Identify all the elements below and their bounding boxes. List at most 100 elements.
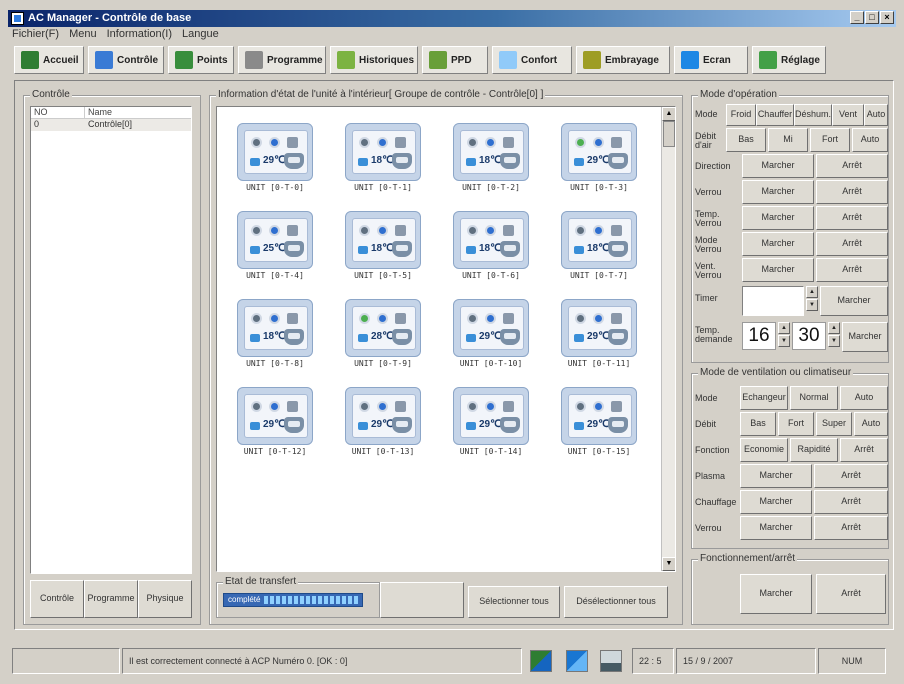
mode-froid-button[interactable]: Froid	[726, 104, 756, 126]
close-button[interactable]: ×	[880, 11, 894, 24]
toolbar-r-glage-button[interactable]: Réglage	[752, 46, 826, 74]
spin-down-icon[interactable]: ▼	[828, 335, 840, 347]
vent-verrou-arret-button-2[interactable]: Arrêt	[814, 516, 888, 540]
mode-deshum-button[interactable]: Déshum.	[794, 104, 832, 126]
menu-menu[interactable]: Menu	[69, 27, 97, 42]
plasma-arret-button[interactable]: Arrêt	[814, 464, 888, 488]
column-header-name[interactable]: Name	[85, 107, 112, 118]
scroll-thumb[interactable]	[663, 121, 675, 147]
spin-up-icon[interactable]: ▲	[778, 322, 790, 334]
vent-verrou-arret-button[interactable]: Arrêt	[816, 258, 888, 282]
indoor-unit-card[interactable]: 29℃ UNIT [0-T-12]	[235, 387, 315, 459]
select-all-button[interactable]: Sélectionner tous	[468, 586, 560, 618]
temp-integer-spinner[interactable]: ▲ ▼	[778, 322, 790, 348]
toolbar-ppd-button[interactable]: PPD	[422, 46, 488, 74]
column-header-no[interactable]: NO	[31, 107, 85, 118]
mode-auto-button[interactable]: Auto	[864, 104, 888, 126]
maximize-button[interactable]: □	[865, 11, 879, 24]
direction-marcher-button[interactable]: Marcher	[742, 154, 814, 178]
menu-fichier[interactable]: Fichier(F)	[12, 27, 59, 42]
network-icon[interactable]	[530, 650, 552, 672]
spin-down-icon[interactable]: ▼	[778, 335, 790, 347]
temp-decimal-display[interactable]: 30	[792, 322, 826, 350]
vent-normal-button[interactable]: Normal	[790, 386, 838, 410]
direction-arret-button[interactable]: Arrêt	[816, 154, 888, 178]
timer-input[interactable]	[742, 286, 804, 316]
indoor-unit-card[interactable]: 28℃ UNIT [0-T-9]	[343, 299, 423, 371]
temp-verrou-arret-button[interactable]: Arrêt	[816, 206, 888, 230]
tab-physique[interactable]: Physique	[138, 580, 192, 618]
deselect-all-button[interactable]: Désélectionner tous	[564, 586, 668, 618]
list-item[interactable]: 0 Contrôle[0]	[31, 119, 191, 131]
debit-bas-button[interactable]: Bas	[726, 128, 766, 152]
toolbar-programme-button[interactable]: Programme	[238, 46, 326, 74]
fonction-economie-button[interactable]: Economie	[740, 438, 788, 462]
indoor-unit-card[interactable]: 29℃ UNIT [0-T-3]	[559, 123, 639, 195]
spin-down-icon[interactable]: ▼	[806, 299, 818, 311]
control-list[interactable]: NO Name 0 Contrôle[0]	[30, 106, 192, 574]
debit-fort-button[interactable]: Fort	[810, 128, 850, 152]
temp-marcher-button[interactable]: Marcher	[842, 322, 888, 352]
tab-programme[interactable]: Programme	[84, 580, 138, 618]
vent-verrou-marcher-button-2[interactable]: Marcher	[740, 516, 812, 540]
indoor-unit-card[interactable]: 29℃ UNIT [0-T-14]	[451, 387, 531, 459]
menu-langue[interactable]: Langue	[182, 27, 219, 42]
fonction-arret-button[interactable]: Arrêt	[840, 438, 888, 462]
indoor-unit-card[interactable]: 18℃ UNIT [0-T-8]	[235, 299, 315, 371]
toolbar-accueil-button[interactable]: Accueil	[14, 46, 84, 74]
minimize-button[interactable]: _	[850, 11, 864, 24]
timer-marcher-button[interactable]: Marcher	[820, 286, 888, 316]
indoor-unit-card[interactable]: 29℃ UNIT [0-T-0]	[235, 123, 315, 195]
chauffage-arret-button[interactable]: Arrêt	[814, 490, 888, 514]
vent-debit-bas-button[interactable]: Bas	[740, 412, 776, 436]
debit-auto-button[interactable]: Auto	[852, 128, 888, 152]
tab-controle[interactable]: Contrôle	[30, 580, 84, 618]
mode-vent-button[interactable]: Vent	[832, 104, 864, 126]
temp-verrou-marcher-button[interactable]: Marcher	[742, 206, 814, 230]
toolbar-ecran-button[interactable]: Ecran	[674, 46, 748, 74]
chauffage-marcher-button[interactable]: Marcher	[740, 490, 812, 514]
vent-debit-super-button[interactable]: Super	[816, 412, 852, 436]
toolbar-historiques-button[interactable]: Historiques	[330, 46, 418, 74]
plasma-marcher-button[interactable]: Marcher	[740, 464, 812, 488]
vent-debit-auto-button[interactable]: Auto	[854, 412, 888, 436]
indoor-unit-card[interactable]: 29℃ UNIT [0-T-15]	[559, 387, 639, 459]
indoor-unit-card[interactable]: 18℃ UNIT [0-T-1]	[343, 123, 423, 195]
toolbar-embrayage-button[interactable]: Embrayage	[576, 46, 670, 74]
monitor-icon[interactable]	[566, 650, 588, 672]
timer-spinner[interactable]: ▲ ▼	[806, 286, 818, 312]
vent-debit-fort-button[interactable]: Fort	[778, 412, 814, 436]
toolbar-contr-le-button[interactable]: Contrôle	[88, 46, 164, 74]
debit-mi-button[interactable]: Mi	[768, 128, 808, 152]
mode-verrou-marcher-button[interactable]: Marcher	[742, 232, 814, 256]
temp-decimal-spinner[interactable]: ▲ ▼	[828, 322, 840, 348]
temp-integer-display[interactable]: 16	[742, 322, 776, 350]
indoor-unit-card[interactable]: 18℃ UNIT [0-T-7]	[559, 211, 639, 283]
toolbar-confort-button[interactable]: Confort	[492, 46, 572, 74]
indoor-unit-card[interactable]: 29℃ UNIT [0-T-10]	[451, 299, 531, 371]
vent-verrou-marcher-button[interactable]: Marcher	[742, 258, 814, 282]
scroll-down-icon[interactable]: ▼	[662, 557, 675, 571]
indoor-unit-card[interactable]: 29℃ UNIT [0-T-13]	[343, 387, 423, 459]
printer-icon[interactable]	[600, 650, 622, 672]
onoff-arret-button[interactable]: Arrêt	[816, 574, 886, 614]
onoff-marcher-button[interactable]: Marcher	[740, 574, 812, 614]
mode-verrou-arret-button[interactable]: Arrêt	[816, 232, 888, 256]
unit-grid-scrollbar[interactable]: ▲ ▼	[661, 107, 675, 571]
indoor-unit-card[interactable]: 29℃ UNIT [0-T-11]	[559, 299, 639, 371]
verrou-arret-button[interactable]: Arrêt	[816, 180, 888, 204]
indoor-unit-card[interactable]: 18℃ UNIT [0-T-5]	[343, 211, 423, 283]
indoor-unit-card[interactable]: 18℃ UNIT [0-T-6]	[451, 211, 531, 283]
spin-up-icon[interactable]: ▲	[806, 286, 818, 298]
spin-up-icon[interactable]: ▲	[828, 322, 840, 334]
fonction-rapidite-button[interactable]: Rapidité	[790, 438, 838, 462]
scroll-up-icon[interactable]: ▲	[662, 107, 675, 121]
verrou-marcher-button[interactable]: Marcher	[742, 180, 814, 204]
vent-echangeur-button[interactable]: Echangeur	[740, 386, 788, 410]
vent-auto-button[interactable]: Auto	[840, 386, 888, 410]
menu-information[interactable]: Information(I)	[107, 27, 172, 42]
mode-chauffer-button[interactable]: Chauffer	[756, 104, 794, 126]
indoor-unit-card[interactable]: 18℃ UNIT [0-T-2]	[451, 123, 531, 195]
indoor-unit-card[interactable]: 25℃ UNIT [0-T-4]	[235, 211, 315, 283]
toolbar-points-button[interactable]: Points	[168, 46, 234, 74]
